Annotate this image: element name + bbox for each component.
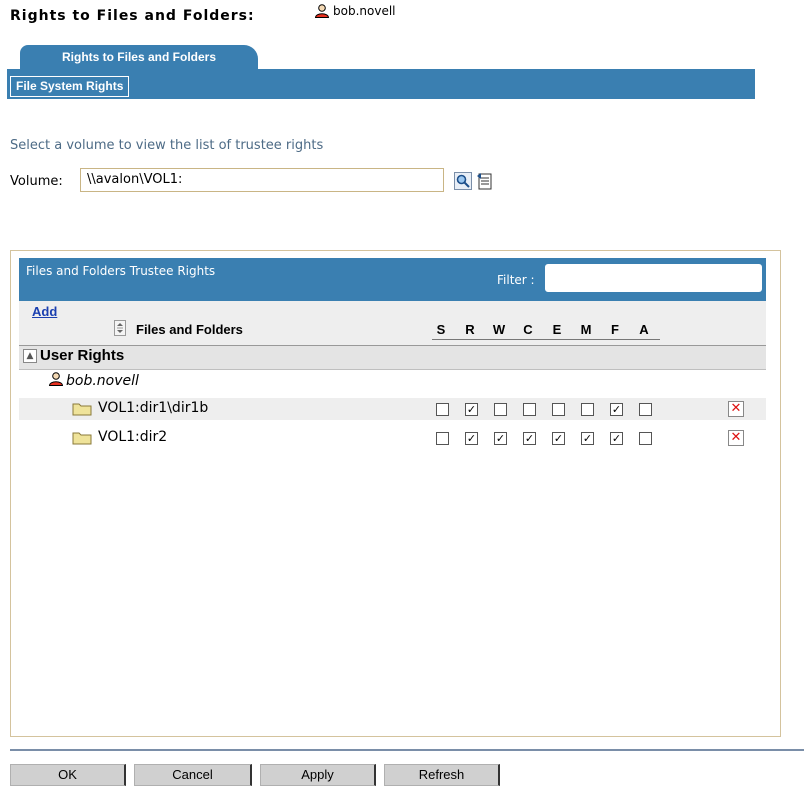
right-checkbox-c[interactable]: ✓ — [523, 432, 536, 445]
right-checkbox-e[interactable] — [552, 403, 565, 416]
footer-divider — [10, 749, 804, 751]
delete-icon[interactable]: ✕ — [728, 430, 744, 446]
user-icon — [48, 372, 64, 386]
right-checkbox-m[interactable]: ✓ — [581, 432, 594, 445]
rights-header-m: M — [580, 322, 592, 337]
folder-icon — [72, 432, 92, 445]
refresh-button[interactable]: Refresh — [384, 764, 500, 786]
ok-button[interactable]: OK — [10, 764, 126, 786]
rights-header-r: R — [465, 322, 475, 337]
row-name[interactable]: VOL1:dir1\dir1b — [98, 400, 208, 416]
browse-icon[interactable] — [476, 172, 494, 190]
filter-input[interactable] — [545, 264, 762, 292]
group-label: User Rights — [40, 347, 125, 364]
right-checkbox-s[interactable] — [436, 403, 449, 416]
right-checkbox-w[interactable]: ✓ — [494, 432, 507, 445]
rights-header-c: C — [523, 322, 533, 337]
volume-instruction: Select a volume to view the list of trus… — [10, 138, 324, 153]
right-checkbox-m[interactable] — [581, 403, 594, 416]
collapse-icon[interactable]: ▲ — [23, 349, 37, 363]
right-checkbox-r[interactable]: ✓ — [465, 403, 478, 416]
rights-header-a: A — [639, 322, 649, 337]
rights-header-w: W — [492, 322, 506, 337]
rights-header-e: E — [552, 322, 562, 337]
right-checkbox-w[interactable] — [494, 403, 507, 416]
right-checkbox-c[interactable] — [523, 403, 536, 416]
tab-rights-to-files-and-folders[interactable]: Rights to Files and Folders — [20, 45, 258, 69]
right-checkbox-a[interactable] — [639, 432, 652, 445]
right-checkbox-e[interactable]: ✓ — [552, 432, 565, 445]
right-checkbox-r[interactable]: ✓ — [465, 432, 478, 445]
rights-header-s: S — [436, 322, 446, 337]
row-name[interactable]: VOL1:dir2 — [98, 429, 167, 445]
header-user: bob.novell — [314, 4, 396, 18]
trustee-name: bob.novell — [66, 373, 139, 389]
filter-label: Filter : — [497, 273, 535, 287]
header-user-name: bob.novell — [333, 4, 396, 18]
right-checkbox-s[interactable] — [436, 432, 449, 445]
folder-icon — [72, 403, 92, 416]
right-checkbox-a[interactable] — [639, 403, 652, 416]
rights-header-f: F — [611, 322, 619, 337]
search-icon[interactable] — [454, 172, 472, 190]
right-checkbox-f[interactable]: ✓ — [610, 432, 623, 445]
sort-icon[interactable] — [114, 320, 126, 336]
add-link[interactable]: Add — [32, 304, 57, 319]
user-icon — [314, 4, 330, 18]
column-files-and-folders[interactable]: Files and Folders — [136, 322, 243, 337]
rights-header-underline — [432, 339, 660, 340]
volume-label: Volume: — [10, 174, 63, 189]
delete-icon[interactable]: ✕ — [728, 401, 744, 417]
panel-title: Files and Folders Trustee Rights — [26, 264, 216, 278]
apply-button[interactable]: Apply — [260, 764, 376, 786]
group-row-user-rights — [19, 345, 766, 370]
tab-file-system-rights[interactable]: File System Rights — [10, 76, 130, 97]
cancel-button[interactable]: Cancel — [134, 764, 252, 786]
page-title: Rights to Files and Folders: — [10, 8, 255, 24]
volume-input[interactable]: \\avalon\VOL1: — [80, 168, 444, 192]
right-checkbox-f[interactable]: ✓ — [610, 403, 623, 416]
